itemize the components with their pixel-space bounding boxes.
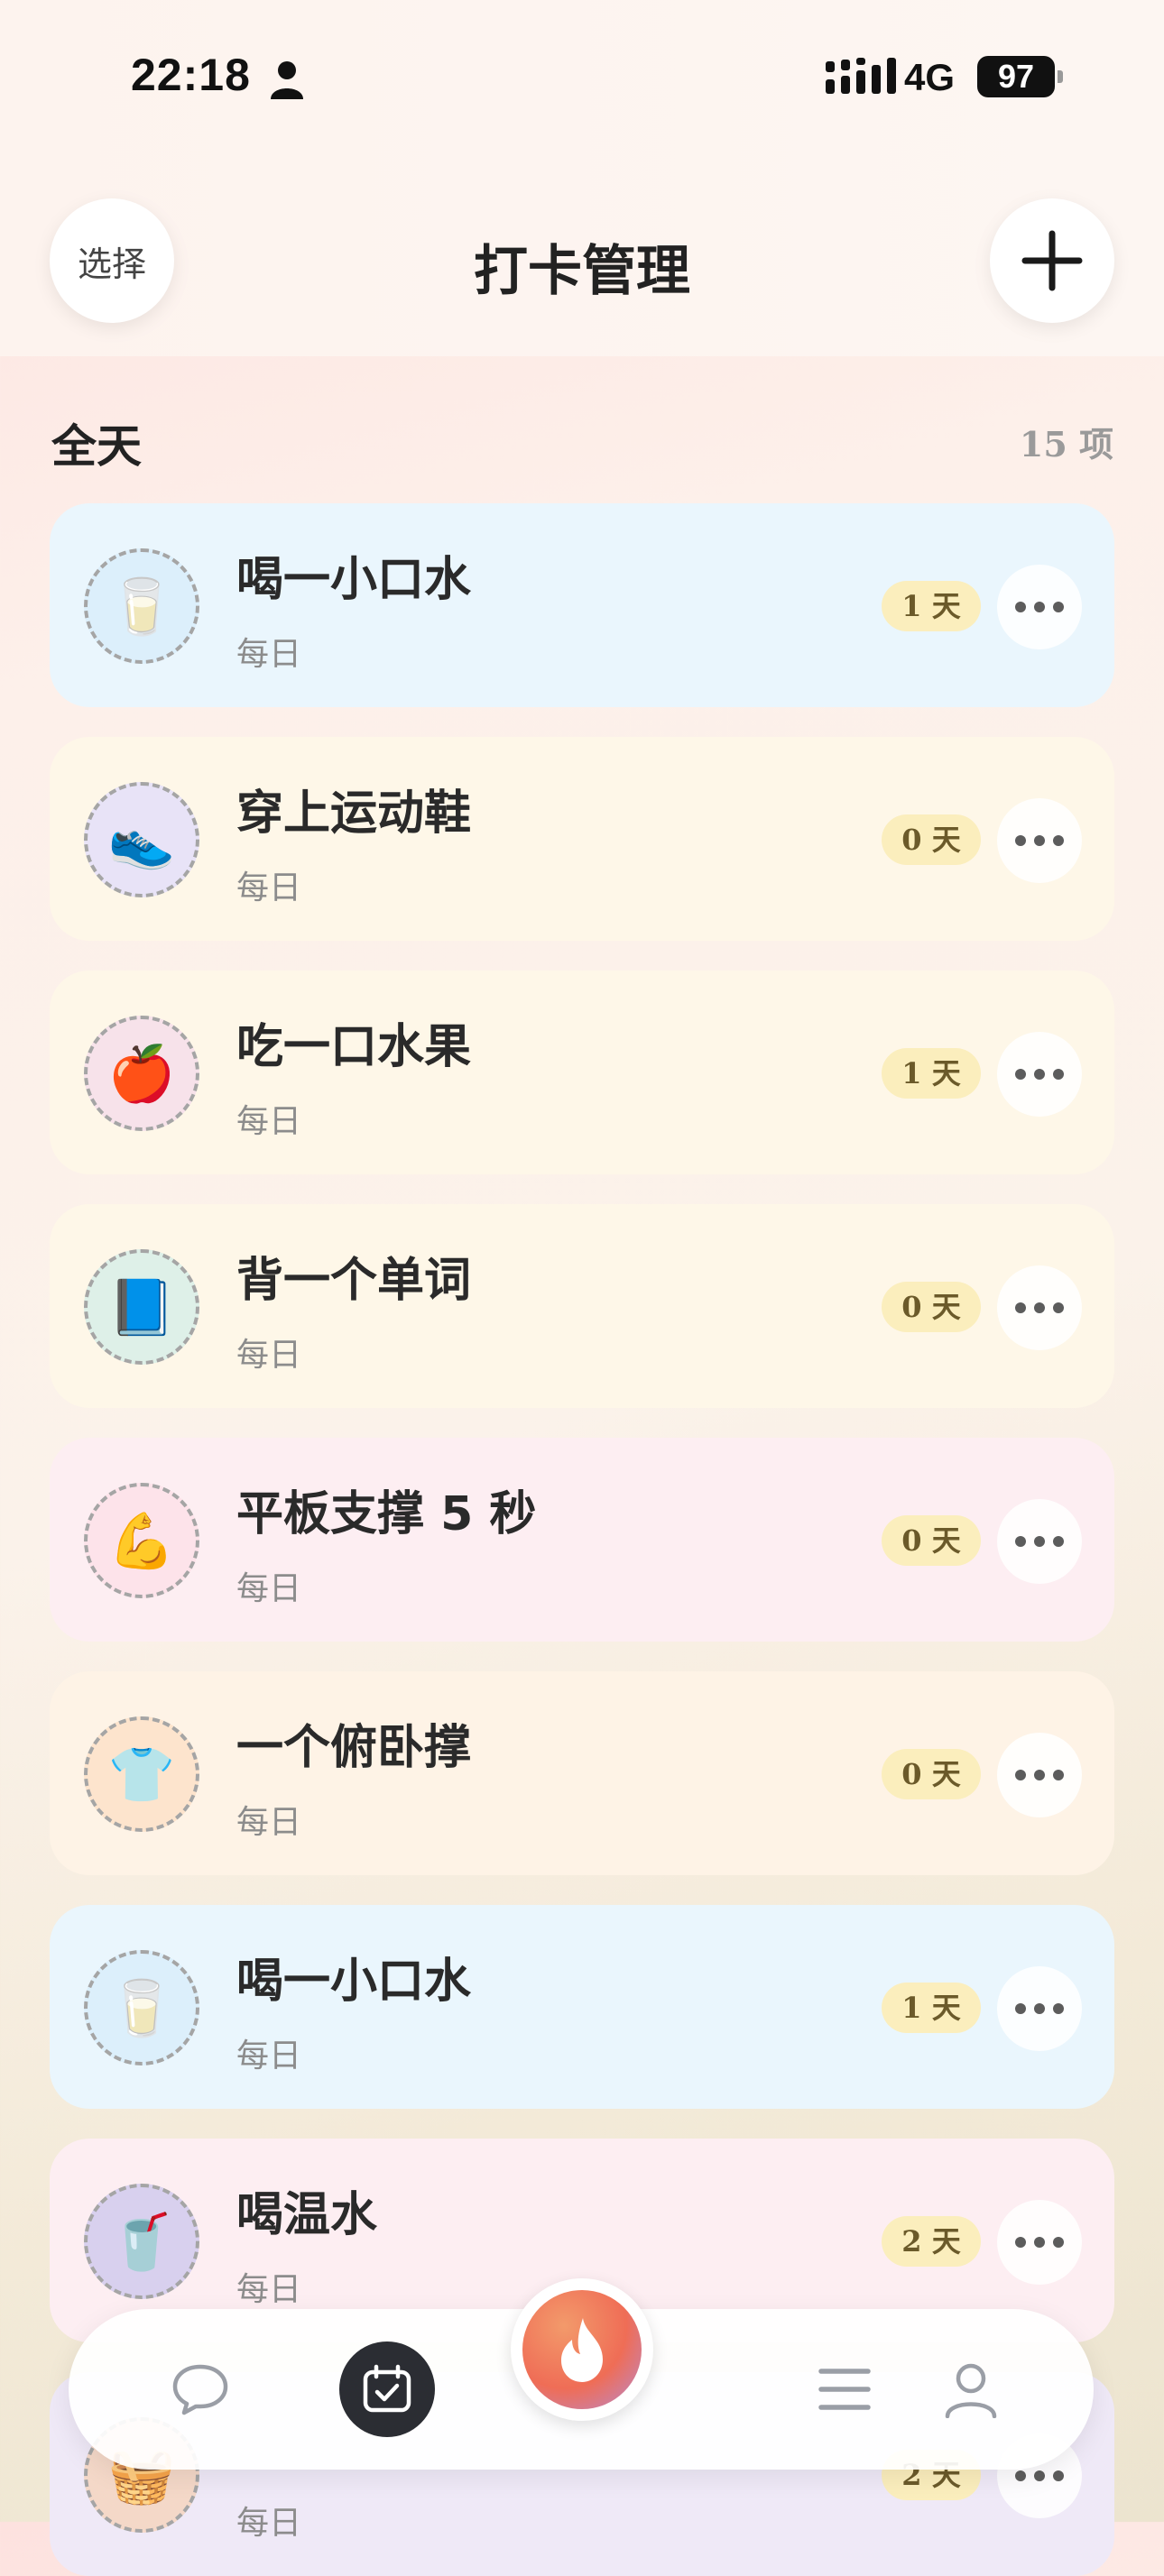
tab-list[interactable]: [781, 2309, 908, 2470]
more-dots-icon: [1015, 1069, 1064, 1080]
card-title: 背一个单词: [236, 1254, 472, 1308]
battery-icon: 97: [977, 56, 1055, 97]
more-dots-icon: [1015, 2237, 1064, 2248]
streak-badge: 1 天: [882, 581, 981, 631]
list-icon: [818, 2369, 871, 2410]
card-title: 吃一口水果: [236, 1020, 472, 1074]
card-title: 穿上运动鞋: [236, 787, 472, 841]
more-dots-icon: [1015, 1302, 1064, 1313]
streak-badge: 0 天: [882, 1282, 981, 1332]
flame-button-inner: [522, 2290, 642, 2409]
streak-badge: 1 天: [882, 1048, 981, 1099]
checkin-card[interactable]: 🥛 喝一小口水每日 1 天: [50, 503, 1114, 707]
streak-badge: 0 天: [882, 1515, 981, 1566]
flame-button[interactable]: [511, 2278, 653, 2421]
checkin-card[interactable]: 👕 一个俯卧撑每日 0 天: [50, 1671, 1114, 1875]
plus-icon: [1021, 230, 1083, 291]
streak-badge: 0 天: [882, 814, 981, 865]
chat-icon: [172, 2364, 228, 2415]
card-frequency: 每日: [236, 636, 302, 673]
network-type: 4G: [904, 56, 956, 98]
boy-reading-icon: 📘: [84, 1249, 199, 1365]
card-title: 喝一小口水: [236, 553, 472, 607]
section-title: 全天: [51, 420, 142, 473]
signal-icon: [826, 58, 896, 94]
streak-badge: 0 天: [882, 1749, 981, 1799]
card-frequency: 每日: [236, 1337, 302, 1374]
more-dots-icon: [1015, 1770, 1064, 1780]
tab-checkin[interactable]: [339, 2341, 435, 2437]
water-glass-icon: 🥤: [84, 2184, 199, 2299]
card-frequency: 每日: [236, 1804, 302, 1841]
more-dots-icon: [1015, 2470, 1064, 2481]
battery-cap: [1058, 70, 1063, 83]
streak-badge: 1 天: [882, 1983, 981, 2033]
person-icon: [271, 61, 303, 99]
more-button[interactable]: [997, 798, 1082, 883]
status-bar: 22:18 4G 97: [0, 0, 1164, 158]
more-button[interactable]: [997, 2200, 1082, 2285]
more-button[interactable]: [997, 565, 1082, 649]
card-frequency: 每日: [236, 2505, 302, 2542]
card-title: 平板支撑 5 秒: [236, 1487, 537, 1541]
more-dots-icon: [1015, 1536, 1064, 1547]
card-frequency: 每日: [236, 869, 302, 906]
card-frequency: 每日: [236, 2271, 302, 2308]
streak-badge: 2 天: [882, 2216, 981, 2267]
profile-icon: [945, 2363, 997, 2418]
boy-tying-shoes-icon: 👟: [84, 782, 199, 897]
milk-glass-icon: 🥛: [84, 1950, 199, 2065]
more-button[interactable]: [997, 1966, 1082, 2051]
more-dots-icon: [1015, 2003, 1064, 2014]
tab-profile[interactable]: [908, 2309, 1034, 2470]
card-title: 喝温水: [236, 2188, 378, 2242]
flexed-biceps-icon: 💪: [84, 1483, 199, 1598]
status-time: 22:18: [131, 50, 251, 100]
milk-glass-icon: 🥛: [84, 548, 199, 664]
card-title: 喝一小口水: [236, 1955, 472, 2009]
more-button[interactable]: [997, 1733, 1082, 1817]
more-button[interactable]: [997, 1032, 1082, 1117]
tab-chat[interactable]: [137, 2309, 263, 2470]
section-count: 15 项: [1019, 424, 1113, 465]
checkin-card[interactable]: 👟 穿上运动鞋每日 0 天: [50, 737, 1114, 941]
card-title: 一个俯卧撑: [236, 1721, 472, 1775]
card-frequency: 每日: [236, 1103, 302, 1140]
card-frequency: 每日: [236, 2038, 302, 2075]
add-button[interactable]: [990, 198, 1114, 323]
more-button[interactable]: [997, 1265, 1082, 1350]
checkin-card[interactable]: 🥛 喝一小口水每日 1 天: [50, 1905, 1114, 2109]
boy-eating-fruit-icon: 🍎: [84, 1016, 199, 1131]
more-dots-icon: [1015, 602, 1064, 612]
checkin-card[interactable]: 📘 背一个单词每日 0 天: [50, 1204, 1114, 1408]
checkin-calendar-icon: [363, 2364, 411, 2413]
more-dots-icon: [1015, 835, 1064, 846]
shirt-icon: 👕: [84, 1716, 199, 1832]
flame-icon: [561, 2318, 603, 2382]
checkin-card[interactable]: 💪 平板支撑 5 秒每日 0 天: [50, 1438, 1114, 1642]
card-frequency: 每日: [236, 1570, 302, 1607]
checkin-card[interactable]: 🍎 吃一口水果每日 1 天: [50, 971, 1114, 1174]
more-button[interactable]: [997, 1499, 1082, 1584]
